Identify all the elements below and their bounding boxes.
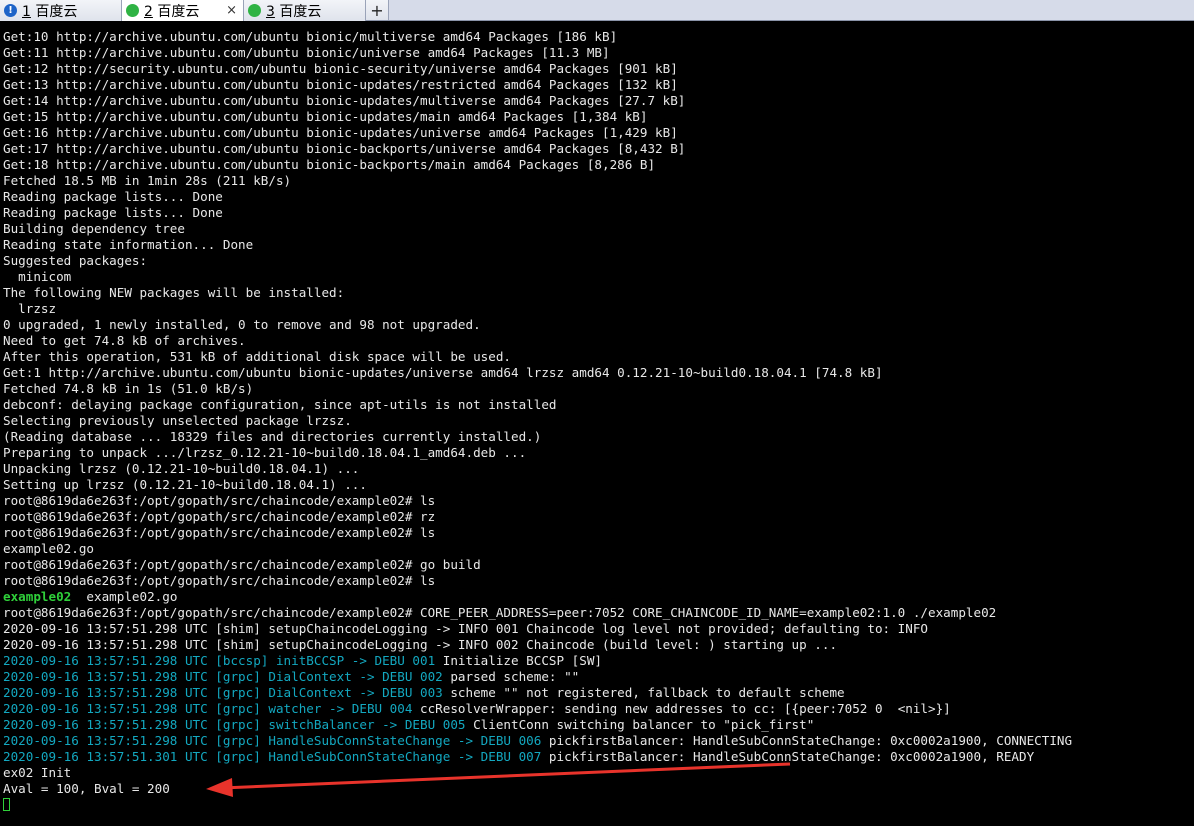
terminal-line: After this operation, 531 kB of addition… <box>3 349 511 364</box>
terminal-line: Get:15 http://archive.ubuntu.com/ubuntu … <box>3 109 648 124</box>
prompt-line <box>3 797 1194 813</box>
log-prefix: 2020-09-16 13:57:51.298 UTC [grpc] DialC… <box>3 669 443 684</box>
terminal-line: Selecting previously unselected package … <box>3 413 352 428</box>
terminal-line: Get:1 http://archive.ubuntu.com/ubuntu b… <box>3 365 883 380</box>
log-prefix: 2020-09-16 13:57:51.298 UTC [grpc] Handl… <box>3 733 542 748</box>
terminal-output[interactable]: Get:10 http://archive.ubuntu.com/ubuntu … <box>3 29 1194 813</box>
terminal-line: Reading package lists... Done <box>3 189 223 204</box>
terminal-line: Get:18 http://archive.ubuntu.com/ubuntu … <box>3 157 656 172</box>
terminal-line: root@8619da6e263f:/opt/gopath/src/chainc… <box>3 525 436 540</box>
log-line: 2020-09-16 13:57:51.301 UTC [grpc] Handl… <box>3 749 1194 765</box>
terminal-line: Get:17 http://archive.ubuntu.com/ubuntu … <box>3 141 686 156</box>
log-line: 2020-09-16 13:57:51.298 UTC [grpc] Handl… <box>3 733 1194 749</box>
log-message: pickfirstBalancer: HandleSubConnStateCha… <box>541 749 1035 764</box>
tab-1-title: 百度云 <box>35 3 78 20</box>
log-message: 2020-09-16 13:57:51.298 UTC [shim] setup… <box>3 621 929 636</box>
terminal-line: Get:16 http://archive.ubuntu.com/ubuntu … <box>3 125 678 140</box>
log-message: Initialize BCCSP [SW] <box>435 653 602 668</box>
tab-3[interactable]: 3 百度云 <box>244 0 366 21</box>
log-line: 2020-09-16 13:57:51.298 UTC [shim] setup… <box>3 637 1194 653</box>
terminal-line: Get:10 http://archive.ubuntu.com/ubuntu … <box>3 29 618 44</box>
terminal-line: Reading package lists... Done <box>3 205 223 220</box>
terminal-line: Get:12 http://security.ubuntu.com/ubuntu… <box>3 61 678 76</box>
terminal-line: Fetched 18.5 MB in 1min 28s (211 kB/s) <box>3 173 292 188</box>
log-prefix: 2020-09-16 13:57:51.301 UTC [grpc] Handl… <box>3 749 542 764</box>
terminal-line: Fetched 74.8 kB in 1s (51.0 kB/s) <box>3 381 254 396</box>
log-message: 2020-09-16 13:57:51.298 UTC [shim] setup… <box>3 637 838 652</box>
log-line: 2020-09-16 13:57:51.298 UTC [grpc] switc… <box>3 717 1194 733</box>
cursor-icon <box>3 798 10 811</box>
log-message: ClientConn switching balancer to "pick_f… <box>465 717 815 732</box>
tab-bar: ! 1 百度云 2 百度云 × 3 百度云 + <box>0 0 1194 21</box>
terminal-line: Unpacking lrzsz (0.12.21-10~build0.18.04… <box>3 461 360 476</box>
terminal-line: Aval = 100, Bval = 200 <box>3 781 170 796</box>
terminal-line: minicom <box>3 269 72 284</box>
log-line: 2020-09-16 13:57:51.298 UTC [shim] setup… <box>3 621 1194 637</box>
warning-icon: ! <box>4 4 17 17</box>
log-prefix: 2020-09-16 13:57:51.298 UTC [grpc] DialC… <box>3 685 443 700</box>
tab-2-number: 2 <box>144 3 153 20</box>
tab-3-label: 3 百度云 <box>266 1 321 21</box>
tab-1[interactable]: ! 1 百度云 <box>0 0 122 21</box>
tab-3-title: 百度云 <box>279 3 322 20</box>
log-prefix: 2020-09-16 13:57:51.298 UTC [grpc] watch… <box>3 701 413 716</box>
log-line: 2020-09-16 13:57:51.298 UTC [grpc] DialC… <box>3 669 1194 685</box>
terminal-line: (Reading database ... 18329 files and di… <box>3 429 542 444</box>
terminal-line: root@8619da6e263f:/opt/gopath/src/chainc… <box>3 509 436 524</box>
terminal-line: 0 upgraded, 1 newly installed, 0 to remo… <box>3 317 481 332</box>
log-message: ccResolverWrapper: sending new addresses… <box>412 701 951 716</box>
terminal-line: example02 example02.go <box>3 589 1194 605</box>
connected-status-icon <box>126 4 139 17</box>
terminal-line: Building dependency tree <box>3 221 185 236</box>
terminal-line: root@8619da6e263f:/opt/gopath/src/chainc… <box>3 605 997 620</box>
executable-file-name: example02 <box>3 589 72 604</box>
tab-2-title: 百度云 <box>157 3 200 20</box>
log-line: 2020-09-16 13:57:51.298 UTC [grpc] DialC… <box>3 685 1194 701</box>
log-line: 2020-09-16 13:57:51.298 UTC [bccsp] init… <box>3 653 1194 669</box>
terminal-line: Preparing to unpack .../lrzsz_0.12.21-10… <box>3 445 527 460</box>
tab-2-label: 2 百度云 <box>144 1 199 21</box>
terminal-line: Suggested packages: <box>3 253 148 268</box>
terminal-line: Get:14 http://archive.ubuntu.com/ubuntu … <box>3 93 686 108</box>
add-tab-button[interactable]: + <box>366 0 389 20</box>
log-prefix: 2020-09-16 13:57:51.298 UTC [grpc] switc… <box>3 717 466 732</box>
terminal-line: debconf: delaying package configuration,… <box>3 397 557 412</box>
file-name: example02.go <box>71 589 178 604</box>
log-prefix: 2020-09-16 13:57:51.298 UTC [bccsp] init… <box>3 653 436 668</box>
tab-1-number: 1 <box>22 3 31 20</box>
log-message: parsed scheme: "" <box>442 669 580 684</box>
log-message: scheme "" not registered, fallback to de… <box>442 685 845 700</box>
terminal-line: Get:11 http://archive.ubuntu.com/ubuntu … <box>3 45 610 60</box>
tab-3-number: 3 <box>266 3 275 20</box>
terminal-line: root@8619da6e263f:/opt/gopath/src/chainc… <box>3 573 436 588</box>
terminal-line: ex02 Init <box>3 765 72 780</box>
terminal-line: Need to get 74.8 kB of archives. <box>3 333 246 348</box>
tab-2[interactable]: 2 百度云 × <box>122 0 244 21</box>
terminal-line: lrzsz <box>3 301 57 316</box>
terminal-line: example02.go <box>3 541 94 556</box>
terminal-line: root@8619da6e263f:/opt/gopath/src/chainc… <box>3 557 481 572</box>
log-message: pickfirstBalancer: HandleSubConnStateCha… <box>541 733 1073 748</box>
terminal-line: Get:13 http://archive.ubuntu.com/ubuntu … <box>3 77 678 92</box>
tab-1-label: 1 百度云 <box>22 1 77 21</box>
terminal-line: Setting up lrzsz (0.12.21-10~build0.18.0… <box>3 477 367 492</box>
terminal-line: Reading state information... Done <box>3 237 254 252</box>
close-tab-icon[interactable]: × <box>226 3 237 18</box>
connected-status-icon <box>248 4 261 17</box>
terminal-line: root@8619da6e263f:/opt/gopath/src/chainc… <box>3 493 436 508</box>
log-line: 2020-09-16 13:57:51.298 UTC [grpc] watch… <box>3 701 1194 717</box>
terminal-line: The following NEW packages will be insta… <box>3 285 345 300</box>
